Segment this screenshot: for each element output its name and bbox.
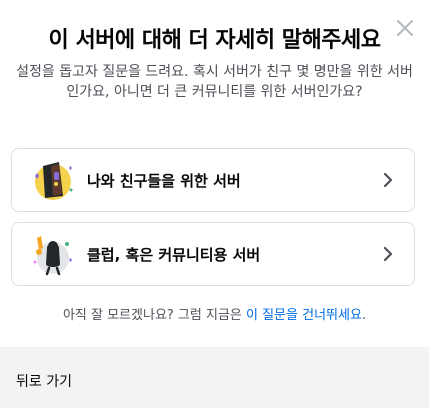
skip-question-link[interactable]: 이 질문을 건너뛰세요 [246,308,362,323]
skip-prefix: 아직 잘 모르겠나요? 그럼 지금은 [62,308,246,323]
friends-illustration-icon [35,162,73,200]
skip-suffix: . [361,308,367,323]
modal-description: 설정을 돕고자 질문을 드려요. 혹시 서버가 친구 몇 명만을 위한 서버인가… [16,64,413,100]
modal-title: 이 서버에 대해 더 자세히 말해주세요 [48,28,381,53]
option-community-label: 클럽, 혹은 커뮤니티용 서버 [87,245,261,264]
option-friends-label: 나와 친구들을 위한 서버 [87,171,241,190]
chevron-right-icon [383,246,393,262]
create-server-modal: 이 서버에 대해 더 자세히 말해주세요 설정을 돕고자 질문을 드려요. 혹시… [0,0,429,408]
community-illustration-icon [33,236,72,276]
option-friends-server[interactable]: 나와 친구들을 위한 서버 [11,148,415,212]
option-community-server[interactable]: 클럽, 혹은 커뮤니티용 서버 [11,222,415,286]
back-button[interactable]: 뒤로 가기 [16,371,72,391]
modal-footer: 뒤로 가기 [0,347,429,408]
chevron-right-icon [383,172,393,188]
skip-prompt: 아직 잘 모르겠나요? 그럼 지금은 이 질문을 건너뛰세요. [0,304,429,323]
